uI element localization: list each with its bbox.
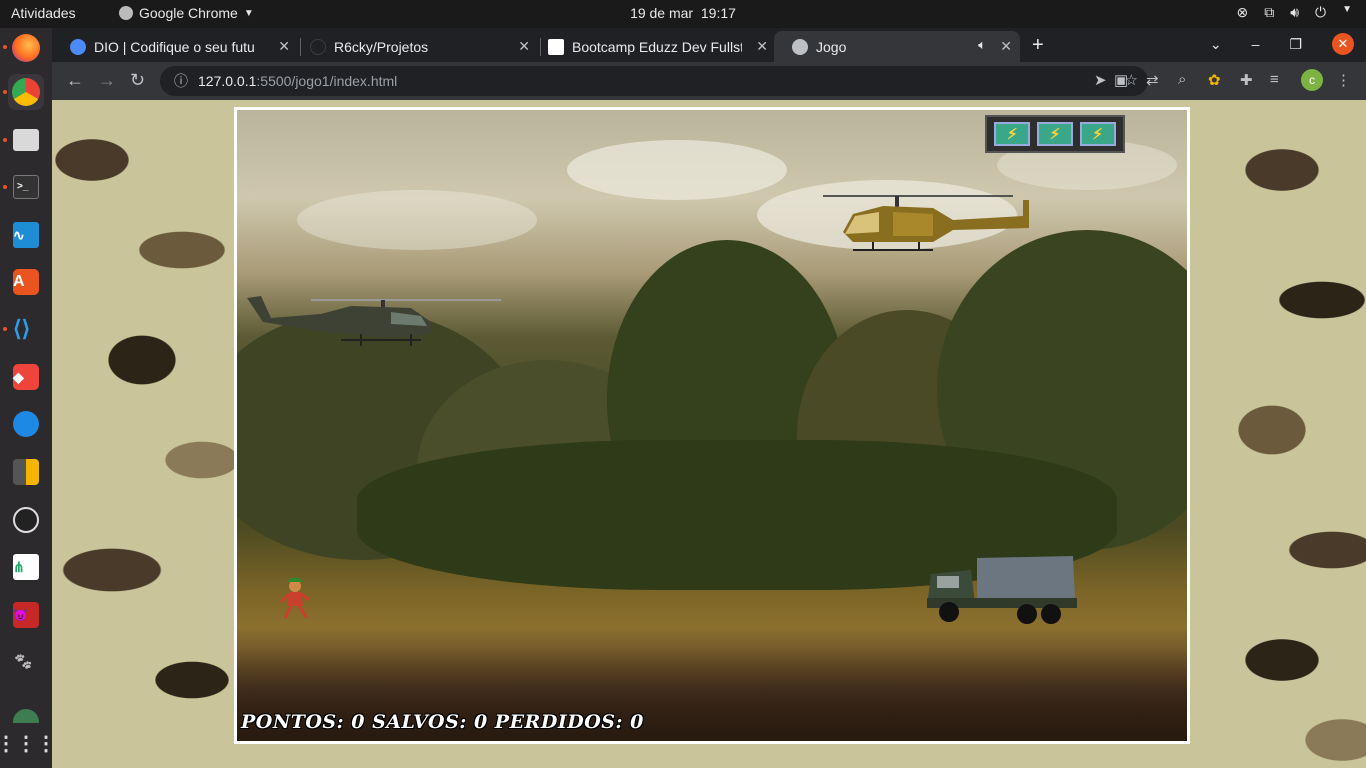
reload-icon[interactable]: ↻ [130,70,145,91]
ubuntu-top-bar: Atividades Google Chrome ▼ 19 de mar 19:… [0,0,1366,28]
close-icon[interactable]: ✕ [756,38,768,55]
extensions-puzzle-icon[interactable]: ✚ [1240,71,1253,89]
chrome-icon[interactable] [8,74,44,110]
clock-button[interactable]: 19 de mar 19:17 [630,5,736,21]
close-icon[interactable]: ✕ [1000,38,1012,55]
calculator-icon[interactable] [8,454,44,490]
tab-title: DIO | Codifique o seu futu [94,38,255,55]
software-center-icon[interactable]: A [8,264,44,300]
obs-icon[interactable] [8,502,44,538]
energy-cell-icon: ⚡︎ [994,122,1031,146]
app-menu[interactable]: Google Chrome ▼ [119,5,254,21]
accessibility-icon[interactable]: ⊗ [1236,4,1248,21]
network-icon[interactable]: ⧉ [1264,4,1274,21]
restore-button[interactable]: ❐ [1289,36,1302,53]
tab-bootcamp[interactable]: Bootcamp Eduzz Dev Fullst ✕ [530,31,776,62]
url-host: 127.0.0.1 [198,73,257,89]
chevron-down-icon: ▼ [243,7,254,19]
tab-projetos[interactable]: R6cky/Projetos ✕ [292,31,538,62]
gimp-icon[interactable]: 🐾︎ [8,645,44,681]
menu-kebab-icon[interactable]: ⋮ [1336,71,1351,89]
app-grid-icon[interactable]: ⋮⋮⋮ [0,725,56,761]
volume-icon[interactable]: 🔊︎ [1290,4,1299,21]
address-bar[interactable]: ⓘ 127.0.0.1:5500/jogo1/index.html ➤ ☆ [160,66,1148,96]
game-icon[interactable]: 😈 [8,597,44,633]
chevron-down-icon[interactable]: ▼ [1342,4,1352,21]
url-path: :5500/jogo1/index.html [256,73,398,89]
tab-title: Jogo [816,38,847,55]
globe-icon [792,38,808,55]
minimize-button[interactable]: – [1252,36,1260,52]
extension-cookie-icon[interactable]: ✿ [1208,71,1221,89]
tab-strip: DIO | Codifique o seu futu ✕ R6cky/Proje… [52,28,1366,62]
github-favicon-icon [310,38,326,55]
power-icon[interactable]: ⏻ [1315,4,1326,21]
energy-cell-icon: ⚡︎ [1036,122,1073,146]
score-display: PONTOS: 0 SALVOS: 0 PERDIDOS: 0 [241,711,644,733]
dio-favicon-icon [70,38,86,55]
enemy-helicopter-sprite [823,195,1029,251]
close-icon[interactable]: ✕ [518,38,530,55]
cloud [567,140,787,200]
back-icon[interactable]: ← [66,70,84,91]
game-canvas[interactable]: ⚡︎ ⚡︎ ⚡︎ PONTOS: 0 SALVOS: 0 PERDIDOS: 0 [234,107,1190,744]
system-tray[interactable]: ⊗ ⧉ 🔊︎ ⏻ ▼ [1236,4,1352,21]
running-indicator [3,45,7,49]
terminal-icon[interactable]: >_ [8,169,44,205]
tab-dio[interactable]: DIO | Codifique o seu futu ✕ [52,31,298,62]
page-viewport: ⚡︎ ⚡︎ ⚡︎ PONTOS: 0 SALVOS: 0 PERDIDOS: 0 [52,100,1366,768]
search-icon[interactable]: ⌕ [1178,71,1186,88]
friend-soldier-sprite [279,578,310,619]
speaker-icon[interactable]: 🔈︎ [978,37,986,53]
running-indicator [3,185,7,189]
system-monitor-icon[interactable]: ∿ [8,217,44,253]
cloud [297,190,537,250]
app-menu-label: Google Chrome [139,5,238,21]
forward-icon[interactable]: → [98,70,116,91]
clock-date: 19 de mar [630,5,694,21]
anydesk-icon[interactable]: ◆ [8,359,44,395]
close-window-button[interactable]: ✕ [1332,33,1354,55]
enemy-truck-sprite [927,556,1077,624]
vscode-icon[interactable]: ⟨⟩ [8,311,44,347]
dock: >_ ∿ A ⟨⟩ ◆ ⋔ 😈 🐾︎ ⋮⋮⋮ [0,28,56,768]
profile-avatar[interactable]: c [1301,69,1323,91]
tab-title: Bootcamp Eduzz Dev Fullst [572,38,742,55]
reading-list-icon[interactable]: ≡ [1270,71,1279,88]
dio-bootcamp-favicon-icon [548,38,564,55]
chevron-down-icon[interactable]: ⌄ [1210,36,1222,53]
activities-button[interactable]: Atividades [11,5,76,21]
player-helicopter-sprite [247,296,501,346]
clock-time: 19:17 [700,5,736,21]
browser-toolbar: ← → ↻ ⓘ 127.0.0.1:5500/jogo1/index.html … [52,62,1366,100]
files-icon[interactable] [8,122,44,158]
running-indicator [3,138,7,142]
chrome-icon [119,6,133,20]
new-tab-button[interactable]: + [1032,34,1044,57]
send-icon[interactable]: ➤ [1094,71,1107,89]
energy-bar: ⚡︎ ⚡︎ ⚡︎ [985,115,1125,153]
window-controls: ⌄ – ❐ ✕ [1210,33,1354,55]
firefox-icon[interactable] [8,30,44,66]
extension-tab-icon[interactable]: ⇄ [1146,71,1159,89]
disk-icon[interactable] [8,692,44,728]
browser-globe-icon[interactable] [8,406,44,442]
energy-cell-icon: ⚡︎ [1079,122,1116,146]
close-icon[interactable]: ✕ [278,38,290,55]
tab-jogo[interactable]: Jogo 🔈︎ ✕ [774,31,1020,62]
running-indicator [3,327,7,331]
running-indicator [3,90,7,94]
extension-json-icon[interactable]: ▣ [1114,71,1128,89]
git-tool-icon[interactable]: ⋔ [8,549,44,585]
tab-title: R6cky/Projetos [334,38,429,55]
info-icon[interactable]: ⓘ [174,71,188,91]
